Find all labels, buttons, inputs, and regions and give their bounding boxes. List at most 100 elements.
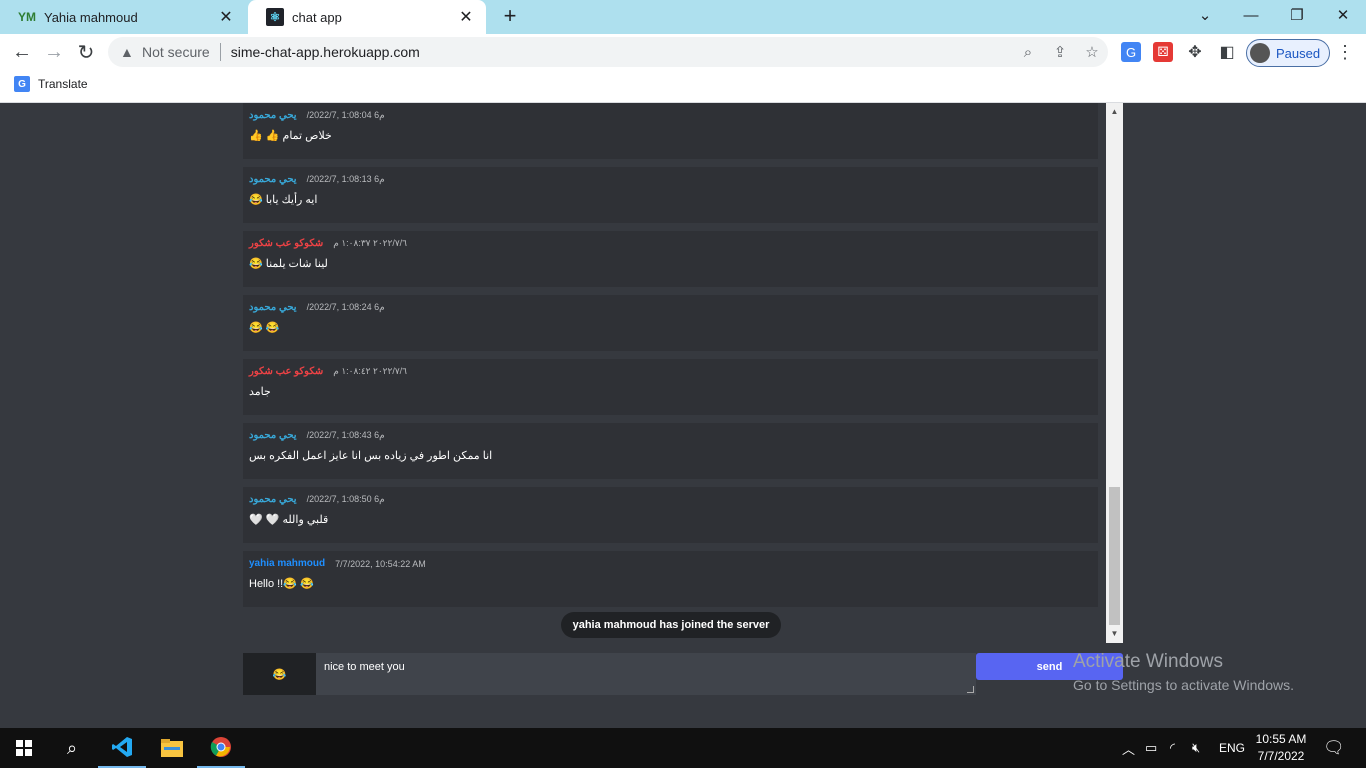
url-text[interactable]: sime-chat-app.herokuapp.com (231, 44, 1012, 60)
message-text: Hello !!😂 😂 (249, 578, 314, 590)
join-notice: yahia mahmoud has joined the server (561, 612, 781, 638)
message-meta: يحي محمود/2022/7, 1:08:50 م6 (249, 494, 385, 505)
battery-icon[interactable]: ▭ (1145, 728, 1157, 768)
clock-time: 10:55 AM (1255, 732, 1307, 746)
tab-yahia-mahmoud[interactable]: ΥΜ Yahia mahmoud ✕ (0, 0, 246, 34)
scroll-up-arrow-icon[interactable]: ▲ (1106, 105, 1123, 119)
new-tab-button[interactable]: + (498, 4, 522, 28)
emoji-button[interactable]: 😂 (243, 653, 316, 695)
bookmark-label: Translate (38, 77, 88, 91)
taskbar: ⌕ ︿ ▭ ◜ 🔇︎ ENG 10:55 AM 7/7/2022 🗨︎ (0, 728, 1366, 768)
message-author: yahia mahmoud (249, 558, 326, 569)
chrome-logo (210, 737, 231, 757)
language-indicator[interactable]: ENG (1219, 728, 1245, 768)
message-input[interactable]: nice to meet you (316, 653, 976, 695)
profile-paused-button[interactable]: Paused (1246, 39, 1330, 67)
clock-date: 7/7/2022 (1257, 749, 1305, 763)
google-translate-icon: G (14, 76, 30, 92)
activate-windows-watermark: Activate Windows Go to Settings to activ… (1073, 651, 1294, 693)
scrollbar-thumb[interactable] (1109, 487, 1120, 625)
watermark-title: Activate Windows (1073, 651, 1223, 672)
vscode-logo (112, 737, 132, 757)
divider (219, 43, 221, 61)
tab-title: chat app (292, 9, 342, 25)
tab-strip: ΥΜ Yahia mahmoud ✕ ⚛ chat app ✕ + ⌄ — ❐ … (0, 0, 1366, 34)
message-author: يحي محمود (249, 174, 297, 185)
zoom-icon[interactable]: ⌕ (1012, 44, 1044, 61)
resize-handle[interactable] (967, 686, 974, 693)
message-item: شكوكو عب شكور ٢٠٢٢/٧/٦ ١:٠٨:٤٢ م جامد (243, 359, 1098, 415)
message-text: 🤍 🤍 قلبي والله (249, 514, 329, 526)
message-meta: yahia mahmoud 7/7/2022, 10:54:22 AM (249, 558, 426, 569)
ym-favicon-icon: ΥΜ (18, 10, 36, 24)
react-icon: ⚛ (266, 8, 284, 26)
message-author: يحي محمود (249, 430, 297, 441)
message-timestamp: ٢٠٢٢/٧/٦ ١:٠٨:٣٧ م (333, 238, 408, 248)
message-text: 😂 ايه رأيك يابا (249, 194, 318, 206)
scroll-down-arrow-icon[interactable]: ▼ (1106, 627, 1123, 641)
message-item: يحي محمود/2022/7, 1:08:13 م6 😂 ايه رأيك ي… (243, 167, 1098, 223)
tab-chat-app[interactable]: ⚛ chat app ✕ (248, 0, 486, 34)
extensions-puzzle-icon[interactable]: ✥ (1185, 42, 1205, 62)
bookmark-star-icon[interactable]: ☆ (1076, 43, 1108, 61)
forward-button[interactable]: → (40, 38, 68, 66)
file-explorer-icon[interactable] (148, 728, 196, 768)
start-button[interactable] (0, 728, 48, 768)
avatar (1250, 43, 1270, 63)
close-tab-icon[interactable]: ✕ (454, 7, 478, 27)
message-text: 😂 لينا شات يلمنا (249, 258, 328, 270)
bookmark-translate[interactable]: G Translate (14, 76, 88, 92)
message-item: yahia mahmoud 7/7/2022, 10:54:22 AM Hello … (243, 551, 1098, 607)
message-meta: يحي محمود/2022/7, 1:08:24 م6 (249, 302, 385, 313)
message-text: انا ممكن اطور في زياده بس انا عايز اعمل … (249, 450, 493, 462)
close-tab-icon[interactable]: ✕ (214, 7, 238, 27)
message-timestamp: /2022/7, 1:08:24 م6 (306, 302, 385, 312)
google-translate-extension-icon[interactable]: G (1121, 42, 1141, 62)
wifi-icon[interactable]: ◜ (1170, 728, 1175, 768)
message-meta: شكوكو عب شكور ٢٠٢٢/٧/٦ ١:٠٨:٤٢ م (249, 366, 407, 377)
message-author: يحي محمود (249, 302, 297, 313)
message-item: يحي محمود/2022/7, 1:08:50 م6 🤍 🤍 قلبي وال… (243, 487, 1098, 543)
menu-icon[interactable]: ⋮ (1336, 40, 1354, 64)
share-icon[interactable]: ⇪ (1044, 43, 1076, 61)
message-meta: شكوكو عب شكور ٢٠٢٢/٧/٦ ١:٠٨:٣٧ م (249, 238, 407, 249)
close-window-button[interactable]: ✕ (1320, 0, 1366, 30)
message-item: يحي محمود/2022/7, 1:08:43 م6 انا ممكن اطو… (243, 423, 1098, 479)
chat-page: يحي محمود/2022/7, 1:08:04 م6 👍 👍 خلاص تما… (0, 103, 1366, 728)
restore-button[interactable]: ❐ (1274, 0, 1320, 30)
message-timestamp: /2022/7, 1:08:04 م6 (306, 110, 385, 120)
watermark-subtitle: Go to Settings to activate Windows. (1073, 677, 1294, 693)
message-meta: يحي محمود/2022/7, 1:08:04 م6 (249, 110, 385, 121)
search-icon[interactable]: ⌕ (48, 728, 96, 768)
dice-extension-icon[interactable]: ⚄ (1153, 42, 1173, 62)
message-item: شكوكو عب شكور ٢٠٢٢/٧/٦ ١:٠٨:٣٧ م 😂 لينا شا… (243, 231, 1098, 287)
message-list[interactable]: يحي محمود/2022/7, 1:08:04 م6 👍 👍 خلاص تما… (243, 103, 1098, 608)
bookmarks-bar: G Translate (0, 70, 1366, 103)
browser-toolbar: ← → ↻ ▲ Not secure sime-chat-app.herokua… (0, 34, 1366, 70)
volume-muted-icon[interactable]: 🔇︎ (1192, 728, 1200, 768)
chrome-icon[interactable] (197, 728, 245, 768)
show-hidden-icons-icon[interactable]: ︿ (1122, 728, 1135, 768)
security-label[interactable]: Not secure (142, 44, 210, 60)
windows-logo-icon (16, 740, 32, 756)
notifications-icon[interactable]: 🗨︎ (1323, 728, 1345, 768)
message-timestamp: 7/7/2022, 10:54:22 AM (335, 558, 426, 569)
vscode-icon[interactable] (98, 728, 146, 768)
clock[interactable]: 10:55 AM 7/7/2022 (1250, 731, 1312, 765)
message-text: جامد (249, 386, 271, 398)
warning-icon: ▲ (120, 44, 134, 60)
scrollbar[interactable]: ▲ ▼ (1106, 103, 1123, 643)
tab-search-icon[interactable]: ⌄ (1182, 0, 1228, 30)
message-text: 👍 👍 خلاص تمام (249, 130, 332, 142)
message-author: شكوكو عب شكور (249, 238, 324, 249)
side-panel-icon[interactable]: ◧ (1217, 42, 1237, 62)
minimize-button[interactable]: — (1228, 0, 1274, 30)
message-meta: يحي محمود/2022/7, 1:08:43 م6 (249, 430, 385, 441)
back-button[interactable]: ← (8, 38, 36, 66)
message-timestamp: /2022/7, 1:08:13 م6 (306, 174, 385, 184)
message-timestamp: /2022/7, 1:08:50 م6 (306, 494, 385, 504)
message-timestamp: /2022/7, 1:08:43 م6 (306, 430, 385, 440)
message-meta: يحي محمود/2022/7, 1:08:13 م6 (249, 174, 385, 185)
reload-button[interactable]: ↻ (72, 38, 100, 66)
address-bar[interactable]: ▲ Not secure sime-chat-app.herokuapp.com… (108, 37, 1108, 67)
